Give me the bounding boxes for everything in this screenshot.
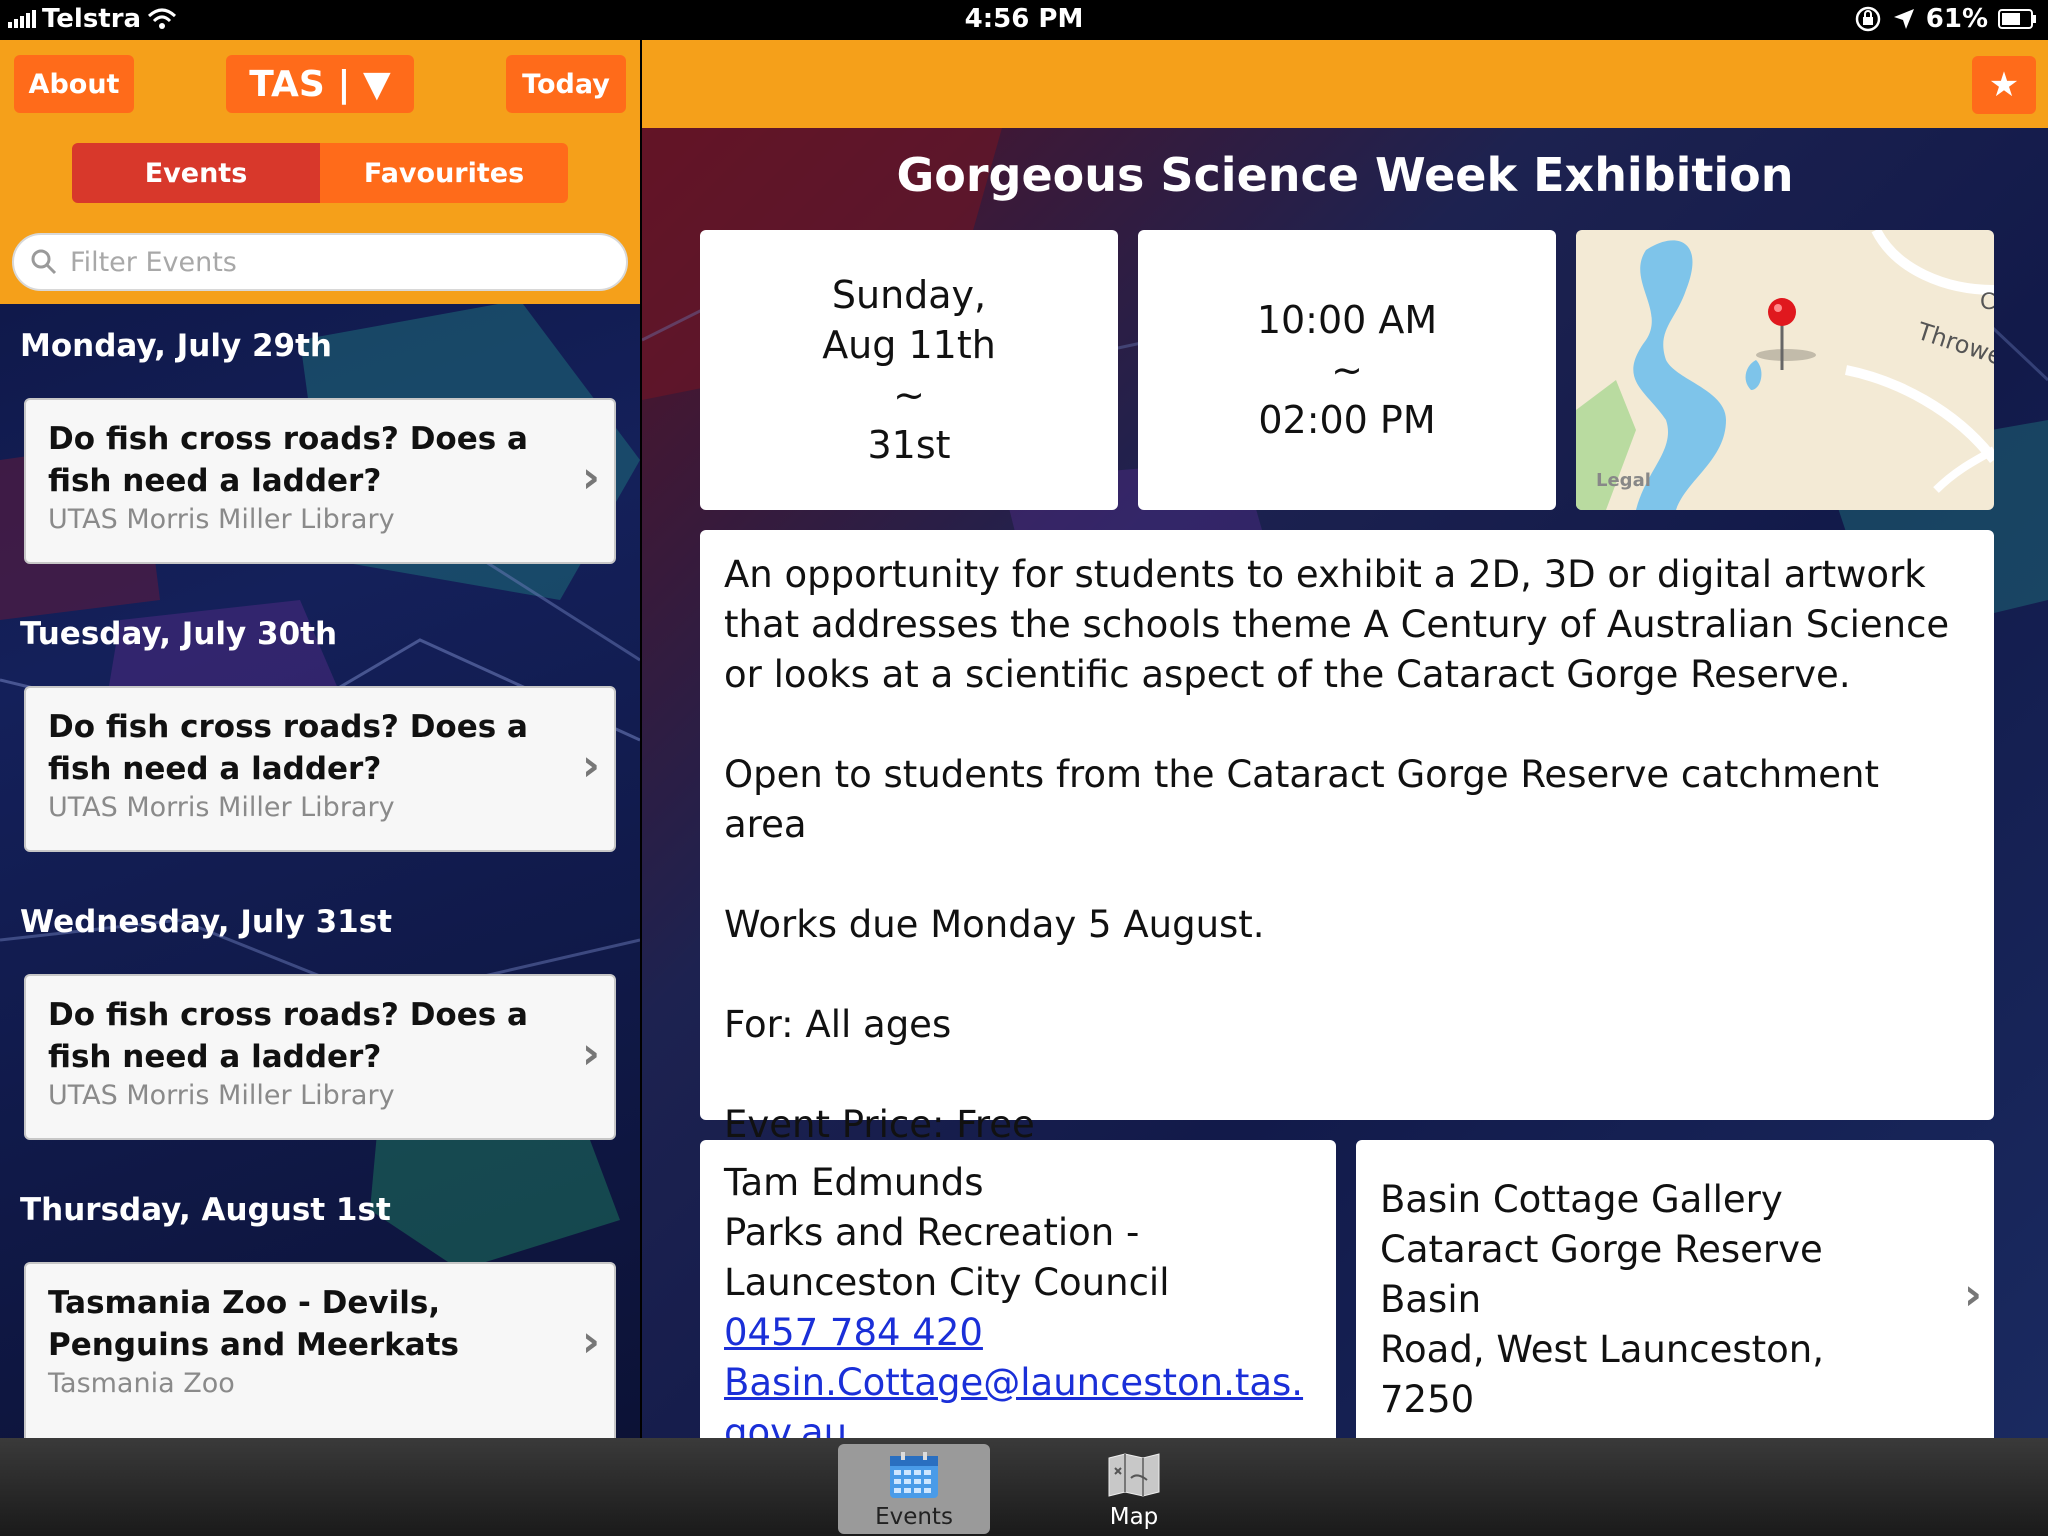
star-icon: ★: [1988, 65, 2020, 105]
tab-events-label: Events: [875, 1504, 953, 1530]
calendar-icon: [890, 1452, 938, 1498]
tab-favourites[interactable]: Favourites: [320, 143, 568, 203]
region-selector-button[interactable]: TAS | ▼: [226, 55, 414, 113]
day-header: Thursday, August 1st: [20, 1192, 391, 1228]
about-button[interactable]: About: [14, 55, 134, 113]
event-contact-box: Tam Edmunds Parks and Recreation - Launc…: [700, 1140, 1336, 1438]
tab-events[interactable]: Events: [838, 1444, 990, 1534]
day-header: Wednesday, July 31st: [20, 904, 393, 940]
day-header: Monday, July 29th: [20, 328, 332, 364]
date-line: 31st: [867, 423, 951, 467]
event-venue: UTAS Morris Miller Library: [48, 1080, 395, 1111]
event-venue: Tasmania Zoo: [48, 1368, 235, 1399]
contact-phone-link[interactable]: 0457 784 420: [724, 1308, 1312, 1358]
chevron-right-icon: ›: [1963, 1269, 1982, 1320]
event-detail-title: Gorgeous Science Week Exhibition: [896, 148, 1794, 202]
orientation-lock-icon: [1855, 6, 1881, 32]
event-title: Do fish cross roads? Does a fish need a …: [48, 709, 528, 787]
chevron-right-icon: ›: [581, 1316, 600, 1367]
end-time: 02:00 PM: [1258, 398, 1436, 442]
description-paragraph: Open to students from the Cataract Gorge…: [724, 753, 1879, 846]
description-paragraph: For: All ages: [724, 1003, 952, 1046]
contact-organisation: Parks and Recreation -: [724, 1211, 1140, 1254]
status-time: 4:56 PM: [964, 4, 1084, 34]
event-list-item[interactable]: Tasmania Zoo - Devils, Penguins and Meer…: [24, 1262, 616, 1438]
events-list-panel: About TAS | ▼ Today Events Favourites Fi…: [0, 40, 640, 1438]
today-button[interactable]: Today: [506, 55, 626, 113]
detail-header: ★: [642, 40, 2048, 128]
search-icon: [31, 249, 57, 275]
event-location-map[interactable]: Throwe C Legal: [1576, 230, 1994, 510]
events-favourites-segmented-control: Events Favourites: [72, 143, 568, 203]
map-corner-label: C: [1980, 290, 1994, 315]
event-detail-panel: ★ Gorgeous Science Week Exhibition Sunda…: [642, 40, 2048, 1438]
description-paragraph: Works due Monday 5 August.: [724, 903, 1265, 946]
event-date-box: Sunday, Aug 11th ~ 31st: [700, 230, 1118, 510]
tab-bar: Events Map: [0, 1438, 2048, 1536]
contact-name: Tam Edmunds: [724, 1161, 984, 1204]
event-address-box[interactable]: Basin Cottage Gallery Cataract Gorge Res…: [1356, 1140, 1994, 1438]
date-separator: ~: [893, 373, 925, 417]
favourite-star-button[interactable]: ★: [1972, 56, 2036, 114]
description-paragraph: An opportunity for students to exhibit a…: [724, 553, 1950, 696]
event-list-item[interactable]: Do fish cross roads? Does a fish need a …: [24, 398, 616, 564]
time-separator: ~: [1331, 348, 1363, 392]
contact-organisation: Launceston City Council: [724, 1261, 1170, 1304]
chevron-right-icon: ›: [581, 1028, 600, 1079]
event-title: Do fish cross roads? Does a fish need a …: [48, 421, 528, 499]
filter-events-input[interactable]: Filter Events: [12, 233, 628, 291]
day-header: Tuesday, July 30th: [20, 616, 338, 652]
event-description: An opportunity for students to exhibit a…: [700, 530, 1994, 1146]
event-title: Do fish cross roads? Does a fish need a …: [48, 997, 528, 1075]
event-list-item[interactable]: Do fish cross roads? Does a fish need a …: [24, 974, 616, 1140]
date-line: Sunday,: [831, 273, 987, 317]
location-arrow-icon: [1893, 9, 1914, 29]
filter-events-placeholder: Filter Events: [70, 246, 237, 278]
address-line: Cataract Gorge Reserve Basin: [1380, 1228, 1823, 1321]
venue-name: Basin Cottage Gallery: [1380, 1178, 1783, 1221]
map-icon: [1108, 1453, 1160, 1497]
chevron-right-icon: ›: [581, 452, 600, 503]
tab-events[interactable]: Events: [72, 143, 320, 203]
tab-map-label: Map: [1109, 1504, 1159, 1530]
event-venue: UTAS Morris Miller Library: [48, 504, 395, 535]
event-venue: UTAS Morris Miller Library: [48, 792, 395, 823]
address-line: Road, West Launceston, 7250: [1380, 1328, 1825, 1421]
chevron-right-icon: ›: [581, 740, 600, 791]
map-tiles: [1576, 230, 1994, 510]
tab-map[interactable]: Map: [1058, 1444, 1210, 1534]
battery-percent: 61%: [1925, 4, 1988, 34]
contact-email-link[interactable]: Basin.Cottage@launceston.tas.gov.au: [724, 1358, 1312, 1438]
event-list-item[interactable]: Do fish cross roads? Does a fish need a …: [24, 686, 616, 852]
map-legal-link[interactable]: Legal: [1596, 470, 1651, 491]
event-time-box: 10:00 AM ~ 02:00 PM: [1138, 230, 1556, 510]
battery-icon: [1998, 9, 2036, 29]
start-time: 10:00 AM: [1256, 298, 1438, 342]
date-line: Aug 11th: [822, 323, 996, 367]
event-title: Tasmania Zoo - Devils, Penguins and Meer…: [48, 1285, 459, 1363]
status-bar: Telstra 4:56 PM 61%: [0, 0, 2048, 40]
left-header: About TAS | ▼ Today Events Favourites Fi…: [0, 40, 640, 304]
